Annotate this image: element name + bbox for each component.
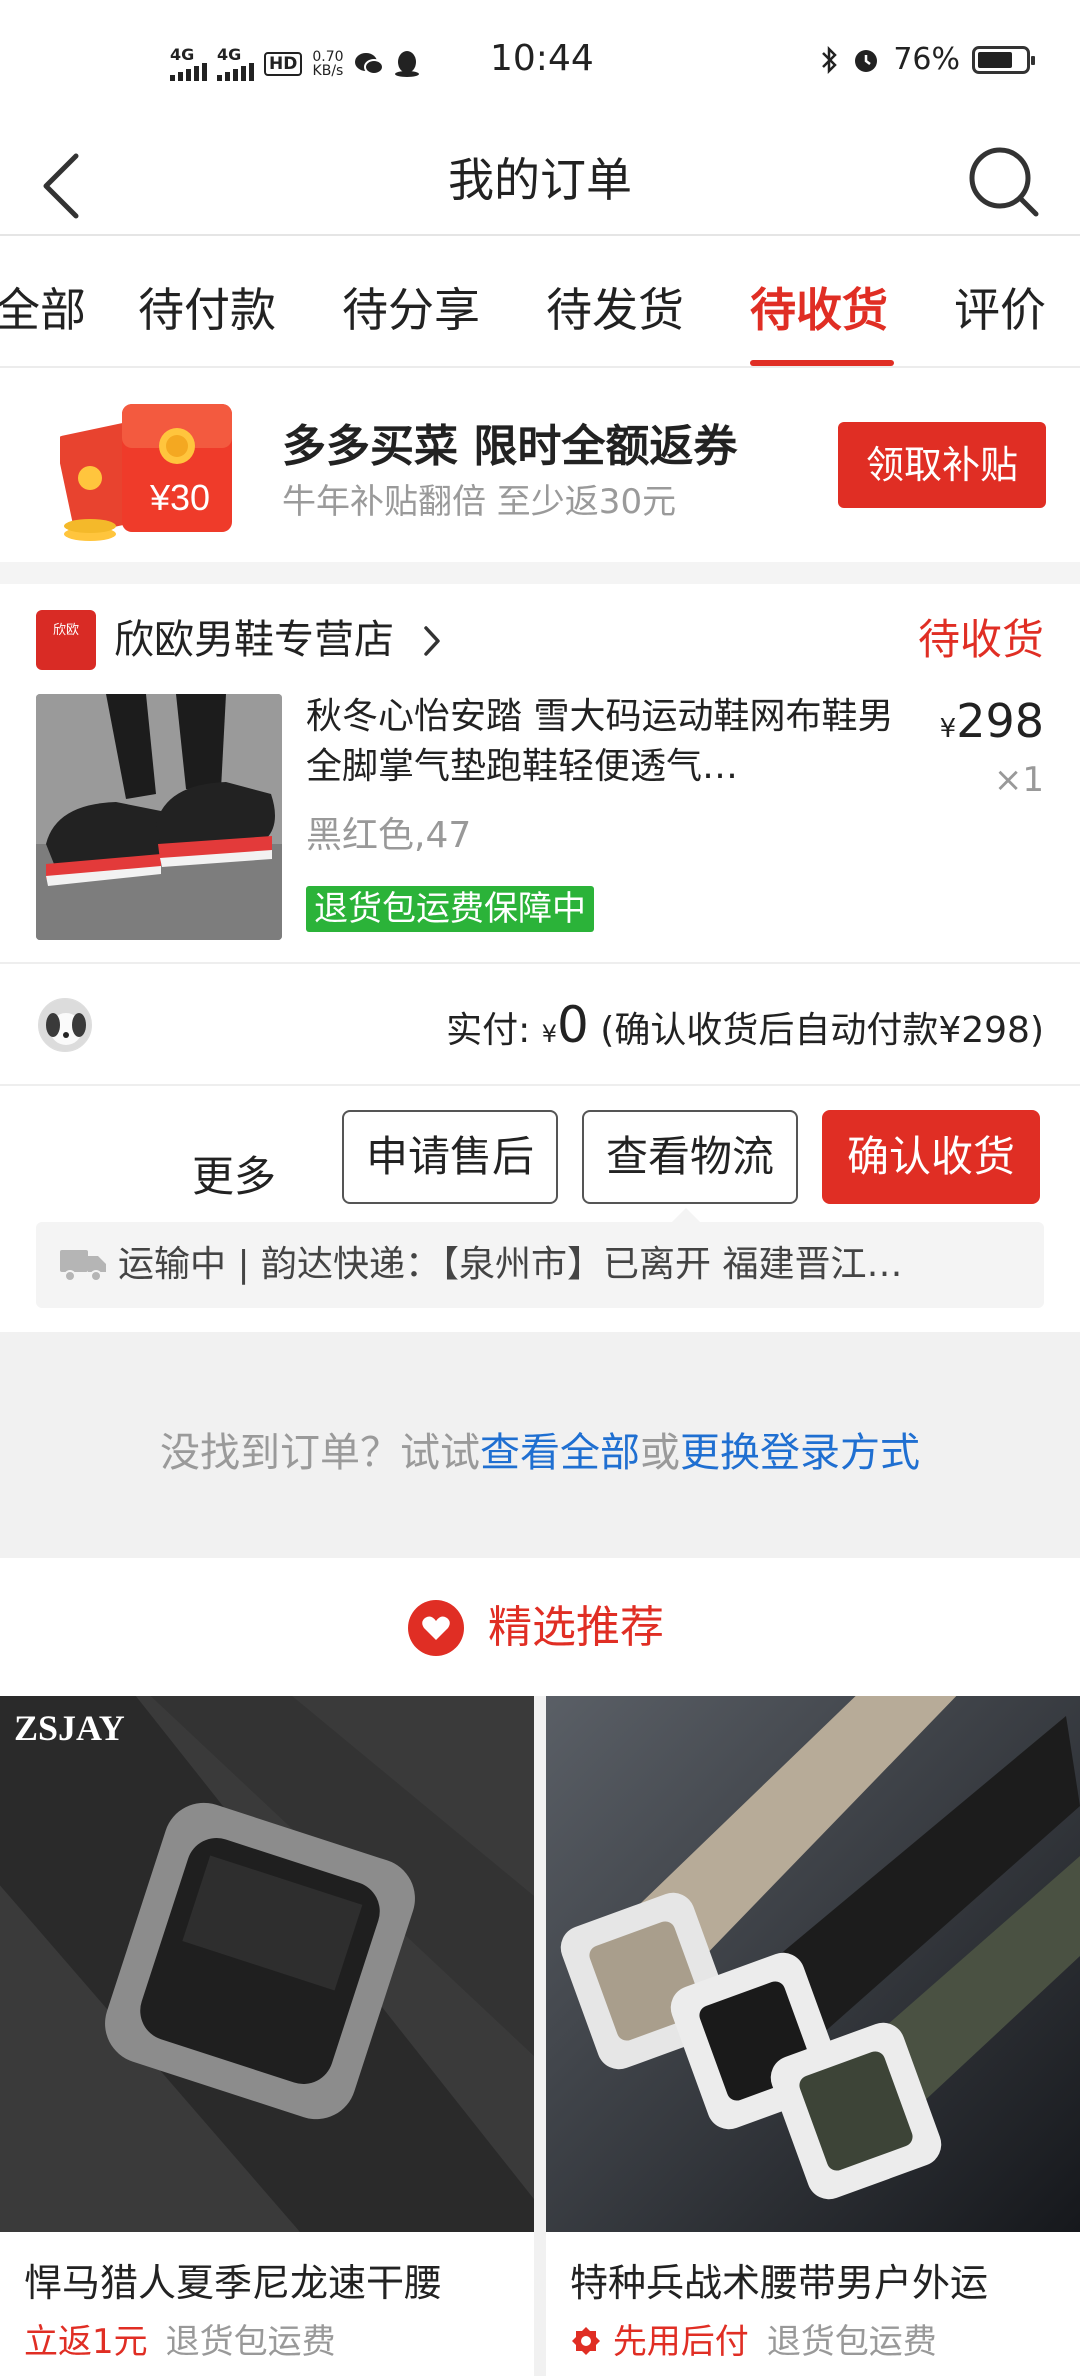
tab-pending-shipment[interactable]: 待发货 xyxy=(546,274,684,340)
alarm-icon xyxy=(855,49,878,72)
logistics-text: 运输中 | 韵达快递：【泉州市】已离开 福建晋江… xyxy=(118,1244,903,1285)
product-image[interactable] xyxy=(36,694,282,940)
signal-bars-icon xyxy=(170,63,207,81)
battery-percent: 76% xyxy=(893,42,960,77)
status-right: 76% xyxy=(819,42,1035,77)
paid-label: 实付: xyxy=(446,1010,531,1051)
tab-pending-share[interactable]: 待分享 xyxy=(342,274,480,340)
top-nav-bar: 我的订单 xyxy=(0,130,1080,236)
heart-icon xyxy=(408,1600,464,1656)
recommend-image: ZSJAY xyxy=(0,1696,534,2232)
coupon-amount: ¥30 xyxy=(149,477,210,518)
net-speed-unit: KB/s xyxy=(312,63,344,79)
recommend-title: 精选推荐 xyxy=(488,1602,664,1653)
shop-logo-text: 欣欧 xyxy=(52,623,79,638)
recommend-tags: 先用后付 退货包运费 xyxy=(570,2314,937,2363)
logistics-bar[interactable]: 运输中 | 韵达快递：【泉州市】已离开 福建晋江… xyxy=(36,1208,1044,1308)
signal-bars-icon xyxy=(217,63,254,81)
avatar xyxy=(38,998,92,1052)
claim-subsidy-button[interactable]: 领取补贴 xyxy=(838,422,1046,508)
bluetooth-icon xyxy=(822,45,838,74)
recommend-header: 精选推荐 xyxy=(0,1560,1080,1696)
tab-pending-receipt[interactable]: 待收货 xyxy=(750,274,888,340)
belt-photo: ZSJAY xyxy=(0,1696,534,2232)
order-tabs: 全部 待付款 待分享 待发货 待收货 评价 xyxy=(0,238,1080,368)
recommend-tags: 立返1元 退货包运费 xyxy=(24,2314,336,2363)
dog-avatar-icon xyxy=(39,999,91,1051)
product-quantity: ×1 xyxy=(993,760,1044,800)
shop-logo[interactable]: 欣欧 xyxy=(36,610,96,670)
product-title[interactable]: 秋冬心怡安踏 雪大码运动鞋网布鞋男全脚掌气垫跑鞋轻便透气… xyxy=(306,692,918,792)
battery-icon xyxy=(972,45,1035,74)
red-envelope-icon: ¥30 xyxy=(60,404,232,541)
paid-amount: 实付: ¥0 (确认收货后自动付款¥298) xyxy=(446,994,1044,1065)
paid-note: (确认收货后自动付款¥298) xyxy=(600,1010,1044,1051)
order-status: 待收货 xyxy=(917,615,1044,664)
return-shipping-badge: 退货包运费保障中 xyxy=(306,886,594,932)
network-type-2: 4G xyxy=(217,45,242,64)
pay-later-icon xyxy=(572,2327,600,2355)
view-logistics-button[interactable]: 查看物流 xyxy=(582,1110,798,1204)
tab-pending-payment[interactable]: 待付款 xyxy=(138,274,276,340)
truck-icon xyxy=(60,1250,106,1282)
status-left: 4G 4G HD 0.70 KB/s xyxy=(170,40,420,88)
product-spec: 黑红色,47 xyxy=(306,815,472,856)
divider xyxy=(0,1084,1080,1086)
recommend-card[interactable]: 特种兵战术腰带男户外运 先用后付 退货包运费 xyxy=(546,1696,1080,2376)
signal-1: 4G xyxy=(170,47,207,81)
order-not-found-area: 没找到订单？试试查看全部或更换登录方式 xyxy=(0,1332,1080,1558)
divider xyxy=(0,962,1080,964)
cashback-tag: 立返1元 xyxy=(24,2322,148,2362)
net-speed: 0.70 KB/s xyxy=(312,50,343,78)
status-bar: 4G 4G HD 0.70 KB/s 10:44 76% xyxy=(0,0,1080,130)
not-found-or: 或 xyxy=(640,1430,680,1476)
product-photo xyxy=(36,694,282,940)
recommend-image xyxy=(546,1696,1080,2232)
paid-currency: ¥ xyxy=(541,1020,558,1048)
banner-title: 多多买菜 限时全额返券 xyxy=(282,421,738,472)
hd-badge: HD xyxy=(264,52,303,76)
change-login-link[interactable]: 更换登录方式 xyxy=(680,1430,920,1476)
section-gap xyxy=(0,562,1080,584)
return-shipping-tag: 退货包运费 xyxy=(165,2322,336,2362)
price-currency: ¥ xyxy=(939,714,957,744)
tab-all[interactable]: 全部 xyxy=(0,274,86,340)
search-icon[interactable] xyxy=(964,142,1044,222)
chevron-right-icon[interactable] xyxy=(420,624,444,658)
more-button[interactable]: 更多 xyxy=(192,1132,276,1222)
product-price: ¥298 xyxy=(940,694,1044,748)
confirm-receipt-button[interactable]: 确认收货 xyxy=(822,1110,1040,1204)
after-sale-button[interactable]: 申请售后 xyxy=(342,1110,558,1204)
belt-photo xyxy=(546,1696,1080,2232)
return-shipping-tag: 退货包运费 xyxy=(766,2322,937,2362)
wechat-icon xyxy=(354,53,384,75)
network-type-1: 4G xyxy=(170,45,195,64)
recommend-title-text: 悍马猎人夏季尼龙速干腰 xyxy=(24,2261,443,2305)
recommend-grid: ZSJAY 悍马猎人夏季尼龙速干腰 立返1元退货包运费 特种兵战术腰带男户外运 xyxy=(0,1696,1080,2376)
promo-banner[interactable]: ¥30 多多买菜 限时全额返券 牛年补贴翻倍 至少返30元 领取补贴 xyxy=(0,370,1080,562)
paid-value: 0 xyxy=(557,996,589,1054)
tab-review[interactable]: 评价 xyxy=(954,274,1046,340)
signal-2: 4G xyxy=(217,47,254,81)
shop-name[interactable]: 欣欧男鞋专营店 xyxy=(114,610,394,670)
order-card: 欣欧 欣欧男鞋专营店 待收货 秋冬心怡安踏 雪大码运动鞋网布鞋男全脚掌气垫跑鞋轻… xyxy=(0,584,1080,1332)
active-tab-indicator xyxy=(750,360,894,366)
banner-subtitle: 牛年补贴翻倍 至少返30元 xyxy=(282,482,677,522)
qq-icon xyxy=(394,51,419,77)
page-title: 我的订单 xyxy=(448,153,632,207)
not-found-prefix: 没找到订单？试试 xyxy=(160,1430,480,1476)
recommend-title-text: 特种兵战术腰带男户外运 xyxy=(570,2261,989,2305)
brand-watermark: ZSJAY xyxy=(14,1708,125,1748)
clock: 10:44 xyxy=(490,38,594,79)
recommend-card[interactable]: ZSJAY 悍马猎人夏季尼龙速干腰 立返1元 退货包运费 xyxy=(0,1696,534,2376)
price-value: 298 xyxy=(956,694,1044,748)
view-all-link[interactable]: 查看全部 xyxy=(480,1430,640,1476)
not-found-text: 没找到订单？试试查看全部或更换登录方式 xyxy=(0,1420,1080,1478)
pay-later-tag: 先用后付 xyxy=(612,2322,749,2362)
